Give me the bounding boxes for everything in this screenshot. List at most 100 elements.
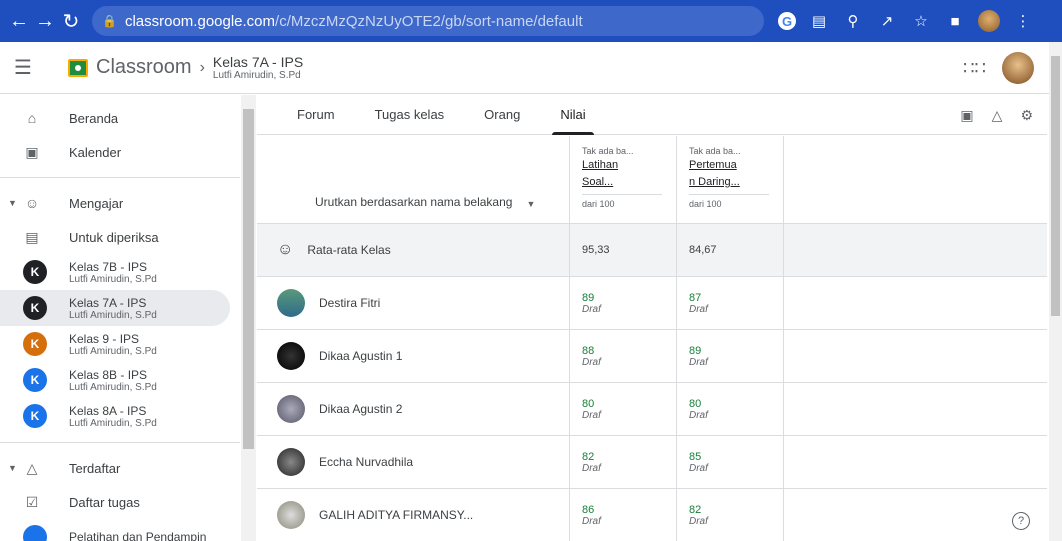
- side-panel-icon[interactable]: ■: [944, 10, 966, 32]
- tab-people[interactable]: Orang: [464, 94, 540, 134]
- grade-cell[interactable]: 80 Draf: [570, 383, 677, 435]
- grade-value: 88: [582, 344, 595, 357]
- class-item-owner: Lutfi Amirudin, S.Pd: [69, 273, 157, 285]
- people-icon: ☺: [24, 195, 40, 211]
- grade-cell[interactable]: 82 Draf: [677, 489, 784, 541]
- share-icon[interactable]: ↗: [876, 10, 898, 32]
- page-scrollbar[interactable]: [1049, 42, 1062, 541]
- scrollbar-thumb[interactable]: [243, 109, 254, 449]
- grade-cell[interactable]: 80 Draf: [677, 383, 784, 435]
- grade-cell[interactable]: 89 Draf: [677, 330, 784, 382]
- divider: [0, 442, 240, 443]
- column-title[interactable]: Pertemua: [689, 158, 783, 173]
- sidebar-class-item-active[interactable]: K Kelas 7A - IPS Lutfi Amirudin, S.Pd: [0, 290, 230, 326]
- table-row: Dikaa Agustin 1 88 Draf 89 Draf: [257, 330, 1047, 383]
- folder-icon: ▤: [25, 228, 39, 245]
- todo-list-icon: ☑: [25, 493, 39, 510]
- sidebar-item-teaching[interactable]: ▼ ☺ Mengajar: [0, 186, 256, 220]
- sidebar-class-item[interactable]: K Kelas 9 - IPS Lutfi Amirudin, S.Pd: [0, 326, 256, 362]
- zoom-icon[interactable]: ⚲: [842, 10, 864, 32]
- google-icon[interactable]: G: [778, 12, 796, 30]
- class-item-name: Kelas 8A - IPS: [69, 403, 147, 418]
- help-icon[interactable]: ?: [1012, 512, 1030, 530]
- calendar-icon[interactable]: ▣: [960, 107, 973, 124]
- grade-status: Draf: [582, 303, 601, 315]
- sidebar-item-label: Mengajar: [69, 195, 124, 211]
- column-title[interactable]: Latihan: [582, 158, 676, 173]
- url-path: /c/MzczMzQzNzUyOTE2/gb/sort-name/default: [275, 12, 583, 30]
- gear-icon[interactable]: ⚙: [1020, 107, 1033, 124]
- drive-icon[interactable]: △: [992, 107, 1003, 124]
- lock-icon: 🔒: [102, 14, 117, 28]
- grade-status: Draf: [689, 356, 708, 368]
- home-icon: ⌂: [27, 110, 37, 126]
- column-title[interactable]: Soal...: [582, 175, 676, 190]
- assignment-column-header[interactable]: Tak ada ba... Pertemua n Daring... dari …: [677, 136, 784, 223]
- breadcrumb[interactable]: Kelas 7A - IPS Lutfi Amirudin, S.Pd: [213, 54, 303, 81]
- grades-table: Urutkan berdasarkan nama belakang ▼ Tak …: [257, 136, 1047, 541]
- dropdown-arrow-icon: ▼: [526, 199, 536, 209]
- class-avatar: K: [23, 332, 47, 356]
- sidebar-item-enrolled[interactable]: ▼ △ Terdaftar: [0, 451, 256, 485]
- table-row: GALIH ADITYA FIRMANSY... 86 Draf 82 Draf: [257, 489, 1047, 541]
- student-name-cell[interactable]: Dikaa Agustin 2: [257, 383, 570, 435]
- average-value: 95,33: [570, 224, 677, 276]
- sidebar-scrollbar[interactable]: [241, 95, 256, 541]
- translate-icon[interactable]: ▤: [808, 10, 830, 32]
- class-owner: Lutfi Amirudin, S.Pd: [212, 70, 301, 81]
- grade-cell[interactable]: 88 Draf: [570, 330, 677, 382]
- student-name-cell[interactable]: Destira Fitri: [257, 277, 570, 329]
- column-status: Tak ada ba...: [689, 146, 741, 156]
- sidebar-item-to-review[interactable]: ▤ Untuk diperiksa: [0, 220, 256, 254]
- grade-cell[interactable]: 82 Draf: [570, 436, 677, 488]
- grade-value: 86: [582, 503, 595, 516]
- tab-grades[interactable]: Nilai: [540, 94, 605, 135]
- grade-cell[interactable]: 87 Draf: [677, 277, 784, 329]
- sidebar-item-home[interactable]: ⌂ Beranda: [0, 101, 256, 135]
- sidebar-class-item[interactable]: K Kelas 7B - IPS Lutfi Amirudin, S.Pd: [0, 254, 256, 290]
- browser-profile-avatar[interactable]: [978, 10, 1000, 32]
- sidebar-class-item[interactable]: K Kelas 8A - IPS Lutfi Amirudin, S.Pd: [0, 398, 256, 434]
- sidebar-item-label: Kalender: [69, 144, 122, 160]
- grade-status: Draf: [582, 515, 601, 527]
- class-avatar: K: [23, 260, 47, 284]
- sidebar: ⌂ Beranda ▣ Kalender ▼ ☺ Mengajar ▤ Untu…: [0, 95, 256, 541]
- browser-toolbar: ← → ↻ 🔒 classroom.google.com/c/MzczMzQzN…: [0, 0, 1062, 42]
- main-menu-icon[interactable]: ☰: [14, 55, 54, 80]
- user-avatar[interactable]: [1002, 52, 1034, 84]
- column-title[interactable]: n Daring...: [689, 175, 783, 190]
- sidebar-item-calendar[interactable]: ▣ Kalender: [0, 135, 256, 169]
- student-name: GALIH ADITYA FIRMANSY...: [319, 508, 474, 522]
- grade-value: 82: [689, 503, 702, 516]
- classroom-logo-icon[interactable]: [68, 58, 88, 77]
- google-apps-icon[interactable]: ∷∷: [963, 58, 986, 79]
- tab-forum[interactable]: Forum: [277, 94, 355, 134]
- tab-classwork[interactable]: Tugas kelas: [355, 94, 465, 134]
- sidebar-item-todo[interactable]: ☑ Daftar tugas: [0, 485, 256, 519]
- student-name-cell[interactable]: GALIH ADITYA FIRMANSY...: [257, 489, 570, 541]
- class-average-row: ☺ Rata-rata Kelas 95,33 84,67: [257, 224, 1047, 277]
- brand-name[interactable]: Classroom: [96, 56, 192, 79]
- assignment-column-header[interactable]: Tak ada ba... Latihan Soal... dari 100: [570, 136, 677, 223]
- caret-down-icon: ▼: [8, 198, 17, 208]
- student-avatar: [277, 448, 305, 476]
- browser-menu-icon[interactable]: ⋮: [1012, 10, 1034, 32]
- forward-icon[interactable]: →: [32, 8, 58, 34]
- student-avatar: [277, 395, 305, 423]
- bookmark-star-icon[interactable]: ☆: [910, 10, 932, 32]
- grade-cell[interactable]: 85 Draf: [677, 436, 784, 488]
- url-host: classroom.google.com: [124, 12, 276, 30]
- grade-value: 87: [689, 291, 702, 304]
- student-name-cell[interactable]: Eccha Nurvadhila: [257, 436, 570, 488]
- sort-dropdown[interactable]: Urutkan berdasarkan nama belakang ▼: [257, 136, 570, 223]
- sidebar-class-item[interactable]: K Kelas 8B - IPS Lutfi Amirudin, S.Pd: [0, 362, 256, 398]
- class-item-name: Kelas 7B - IPS: [69, 259, 148, 274]
- back-icon[interactable]: ←: [6, 8, 32, 34]
- grade-cell[interactable]: 89 Draf: [570, 277, 677, 329]
- grade-cell[interactable]: 86 Draf: [570, 489, 677, 541]
- student-name-cell[interactable]: Dikaa Agustin 1: [257, 330, 570, 382]
- sidebar-class-item[interactable]: Pelatihan dan Pendampin: [0, 519, 256, 541]
- address-bar[interactable]: 🔒 classroom.google.com/c/MzczMzQzNzUyOTE…: [92, 6, 764, 36]
- reload-icon[interactable]: ↻: [58, 8, 84, 34]
- scrollbar-thumb[interactable]: [1051, 56, 1060, 316]
